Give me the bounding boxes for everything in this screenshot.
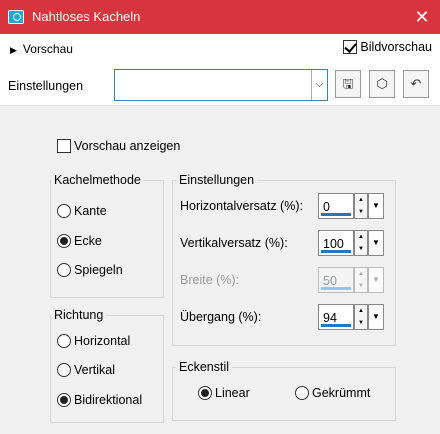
transition-stepper[interactable]: ▲ ▼: [354, 304, 368, 330]
show-preview-checkbox[interactable]: Vorschau anzeigen: [57, 139, 180, 153]
radio-ecke-label: Ecke: [74, 234, 102, 248]
radio-ecke-circle[interactable]: [57, 234, 71, 248]
transition-label: Übergang (%):: [180, 310, 262, 324]
transition-dropdown[interactable]: ▼: [368, 304, 384, 330]
width-dropdown: ▼: [368, 267, 384, 293]
width-spinner: 50 ▲ ▼ ▼: [318, 267, 384, 293]
reset-icon: ↶: [410, 76, 422, 91]
image-preview-checkbox[interactable]: Bildvorschau: [343, 40, 432, 54]
radio-bidirektional-label: Bidirektional: [74, 393, 143, 407]
vertical-offset-label: Vertikalversatz (%):: [180, 236, 288, 250]
vertical-offset-spinner[interactable]: 100 ▲ ▼ ▼: [318, 230, 384, 256]
radio-horizontal-circle[interactable]: [57, 334, 71, 348]
preset-label: Einstellungen: [8, 79, 84, 93]
radio-bidirektional[interactable]: Bidirektional: [57, 393, 142, 407]
spin-down-icon[interactable]: ▼: [358, 320, 364, 326]
expand-arrow-icon: ▶: [10, 45, 17, 55]
spin-up-icon: ▲: [358, 271, 364, 277]
direction-title: Richtung: [51, 308, 107, 322]
radio-vertikal-label: Vertikal: [74, 363, 115, 377]
radio-spiegeln-label: Spiegeln: [74, 263, 123, 277]
radio-gekruemmt[interactable]: Gekrümmt: [295, 386, 370, 400]
horizontal-offset-spinner[interactable]: 0 ▲ ▼ ▼: [318, 193, 384, 219]
radio-spiegeln[interactable]: Spiegeln: [57, 263, 123, 277]
preview-label: Vorschau: [22, 42, 73, 56]
spin-up-icon[interactable]: ▲: [358, 234, 364, 240]
horizontal-offset-dropdown[interactable]: ▼: [368, 193, 384, 219]
radio-gekruemmt-label: Gekrümmt: [312, 386, 371, 400]
randomize-button[interactable]: ⬡: [369, 70, 395, 98]
preset-combobox[interactable]: ⌵: [114, 69, 328, 101]
vertical-offset-stepper[interactable]: ▲ ▼: [354, 230, 368, 256]
spin-down-icon[interactable]: ▼: [358, 209, 364, 215]
radio-linear-circle[interactable]: [198, 386, 212, 400]
preset-row: Einstellungen ⌵ 🖫 ⬡ ↶: [0, 66, 440, 106]
transition-spinner[interactable]: 94 ▲ ▼ ▼: [318, 304, 384, 330]
radio-vertikal-circle[interactable]: [57, 363, 71, 377]
radio-linear[interactable]: Linear: [198, 386, 250, 400]
window-title: Nahtloses Kacheln: [32, 9, 141, 24]
horizontal-offset-label: Horizontalversatz (%):: [180, 199, 303, 213]
show-preview-label: Vorschau anzeigen: [74, 139, 181, 153]
width-input: 50: [318, 267, 354, 293]
spin-down-icon: ▼: [358, 283, 364, 289]
close-button[interactable]: ✕: [410, 5, 434, 29]
spin-up-icon[interactable]: ▲: [358, 308, 364, 314]
save-preset-button[interactable]: 🖫: [335, 70, 361, 98]
radio-gekruemmt-circle[interactable]: [295, 386, 309, 400]
radio-kante-circle[interactable]: [57, 204, 71, 218]
reset-button[interactable]: ↶: [403, 70, 429, 98]
preview-row: ▶ Vorschau Bildvorschau: [0, 34, 440, 66]
horizontal-offset-input[interactable]: 0: [318, 193, 354, 219]
width-label: Breite (%):: [180, 273, 240, 287]
corner-style-title: Eckenstil: [176, 360, 233, 374]
vertical-offset-dropdown[interactable]: ▼: [368, 230, 384, 256]
show-preview-check[interactable]: [57, 139, 71, 153]
floppy-disk-icon: 🖫: [342, 76, 354, 91]
width-stepper: ▲ ▼: [354, 267, 368, 293]
radio-kante[interactable]: Kante: [57, 204, 107, 218]
radio-linear-label: Linear: [215, 386, 250, 400]
horizontal-offset-stepper[interactable]: ▲ ▼: [354, 193, 368, 219]
settings-group-title: Einstellungen: [176, 173, 258, 187]
vertical-offset-input[interactable]: 100: [318, 230, 354, 256]
preview-toggle[interactable]: ▶ Vorschau: [10, 42, 73, 56]
spin-down-icon[interactable]: ▼: [358, 246, 364, 252]
radio-bidirektional-circle[interactable]: [57, 393, 71, 407]
radio-spiegeln-circle[interactable]: [57, 263, 71, 277]
image-preview-label: Bildvorschau: [360, 40, 432, 54]
radio-vertikal[interactable]: Vertikal: [57, 363, 115, 377]
transition-input[interactable]: 94: [318, 304, 354, 330]
camera-icon: [8, 10, 24, 24]
chevron-down-icon[interactable]: ⌵: [311, 70, 327, 100]
radio-kante-label: Kante: [74, 204, 107, 218]
title-bar: Nahtloses Kacheln ✕: [0, 0, 440, 34]
radio-ecke[interactable]: Ecke: [57, 234, 102, 248]
radio-horizontal[interactable]: Horizontal: [57, 334, 130, 348]
tile-method-title: Kachelmethode: [51, 173, 144, 187]
spin-up-icon[interactable]: ▲: [358, 197, 364, 203]
image-preview-check[interactable]: [343, 40, 358, 54]
cube-icon: ⬡: [376, 76, 388, 91]
radio-horizontal-label: Horizontal: [74, 334, 131, 348]
